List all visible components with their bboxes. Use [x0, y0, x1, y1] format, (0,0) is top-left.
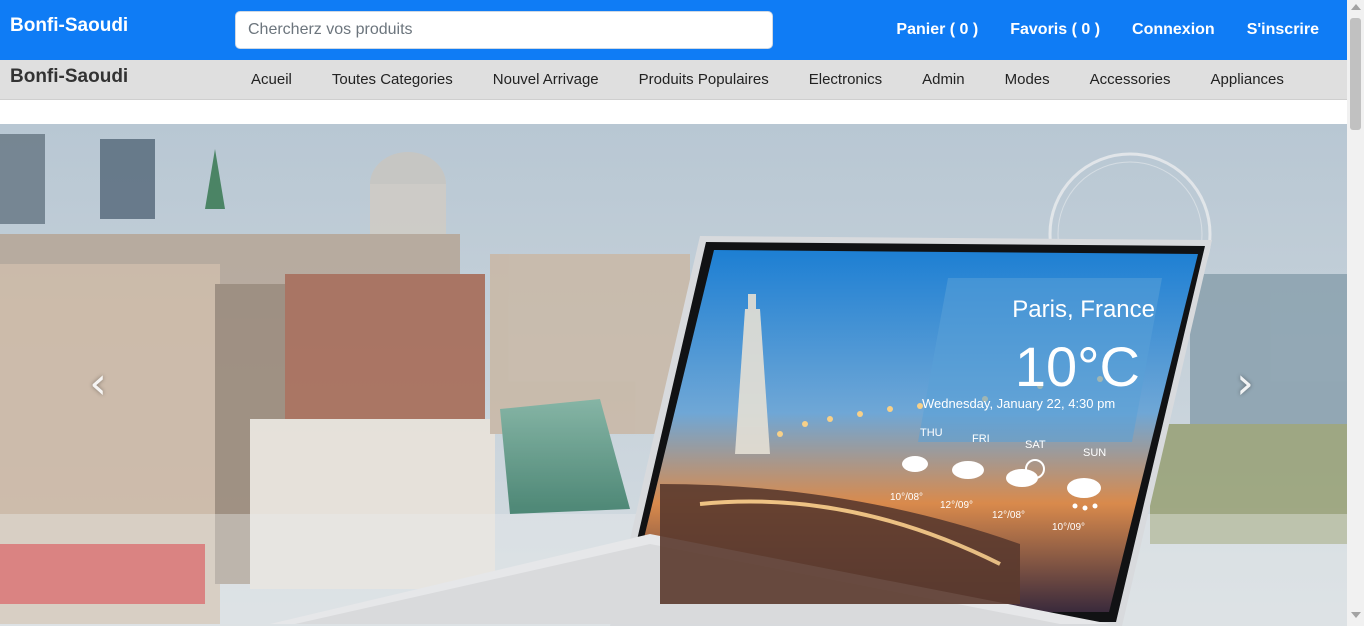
cart-link[interactable]: Panier ( 0 )	[896, 21, 978, 39]
forecast-range-sun: 10°/09°	[1052, 522, 1085, 533]
hero-carousel: Paris, France 10°C Wednesday, January 22…	[0, 124, 1347, 626]
secondary-brand[interactable]: Bonfi-Saoudi	[10, 66, 128, 88]
scroll-thumb[interactable]	[1350, 18, 1361, 130]
category-links: Acueil Toutes Categories Nouvel Arrivage…	[231, 71, 1304, 88]
brand-logo[interactable]: Bonfi-Saoudi	[10, 15, 128, 37]
search-box	[235, 11, 773, 49]
account-links: Panier ( 0 ) Favoris ( 0 ) Connexion S'i…	[896, 21, 1319, 39]
forecast-day-sat: SAT	[1025, 439, 1046, 451]
weather-city: Paris, France	[1012, 296, 1155, 323]
page-scrollbar[interactable]	[1347, 0, 1364, 626]
forecast-range-thu: 10°/08°	[890, 492, 923, 503]
search-input[interactable]	[236, 12, 772, 48]
weather-date: Wednesday, January 22, 4:30 pm	[922, 396, 1115, 411]
cloud-icon	[952, 461, 984, 479]
nav-item-electronics[interactable]: Electronics	[789, 71, 902, 88]
nav-item-admin[interactable]: Admin	[902, 71, 985, 88]
forecast-day-thu: THU	[920, 427, 943, 439]
scroll-up-arrow-icon[interactable]	[1351, 4, 1361, 10]
forecast-day-fri: FRI	[972, 433, 990, 445]
category-navbar: Bonfi-Saoudi Acueil Toutes Categories No…	[0, 60, 1347, 100]
nav-item-modes[interactable]: Modes	[985, 71, 1070, 88]
nav-item-nouvel-arrivage[interactable]: Nouvel Arrivage	[473, 71, 619, 88]
carousel-slide-image: Paris, France 10°C Wednesday, January 22…	[0, 124, 1347, 626]
scroll-down-arrow-icon[interactable]	[1351, 612, 1361, 618]
forecast-range-sat: 12°/08°	[992, 510, 1025, 521]
favorites-link[interactable]: Favoris ( 0 )	[1010, 21, 1100, 39]
chevron-left-icon: ‹	[89, 358, 107, 409]
storm-icon	[902, 456, 928, 472]
weather-temp: 10°C	[1015, 335, 1140, 398]
nav-item-accessories[interactable]: Accessories	[1070, 71, 1191, 88]
forecast-range-fri: 12°/09°	[940, 500, 973, 511]
nav-item-produits-populaires[interactable]: Produits Populaires	[619, 71, 789, 88]
nav-item-toutes-categories[interactable]: Toutes Categories	[312, 71, 473, 88]
carousel-prev-button[interactable]: ‹	[78, 358, 118, 409]
register-link[interactable]: S'inscrire	[1247, 21, 1319, 39]
carousel-next-button[interactable]: ›	[1225, 358, 1265, 409]
top-navbar: Bonfi-Saoudi Panier ( 0 ) Favoris ( 0 ) …	[0, 0, 1347, 60]
forecast-day-sun: SUN	[1083, 447, 1106, 459]
nav-item-acueil[interactable]: Acueil	[231, 71, 312, 88]
nav-item-appliances[interactable]: Appliances	[1191, 71, 1304, 88]
login-link[interactable]: Connexion	[1132, 21, 1215, 39]
chevron-right-icon: ›	[1236, 358, 1254, 409]
